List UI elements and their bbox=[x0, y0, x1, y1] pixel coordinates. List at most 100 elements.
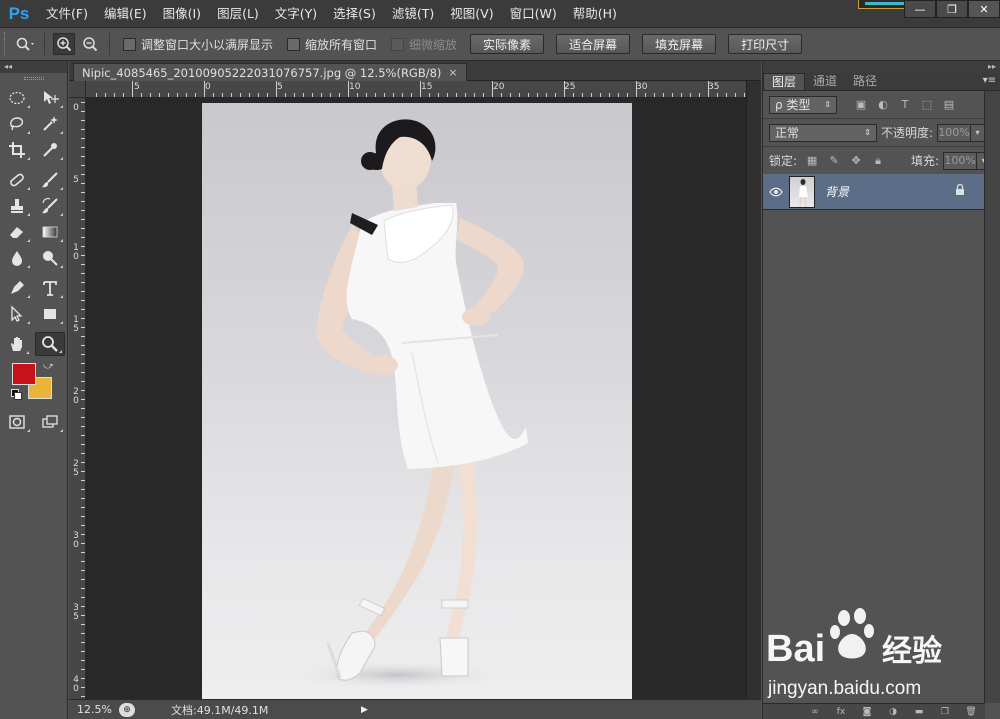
status-menu-arrow-icon[interactable]: ▶ bbox=[361, 705, 368, 715]
fx-icon[interactable]: fx bbox=[833, 706, 849, 718]
menu-view[interactable]: 视图(V) bbox=[442, 0, 501, 27]
photo-model-in-white-dress bbox=[287, 119, 528, 689]
ruler-origin[interactable] bbox=[69, 81, 86, 98]
lock-all-icon[interactable]: 🔒︎ bbox=[870, 153, 886, 169]
magic-wand-tool-icon[interactable] bbox=[36, 112, 66, 136]
fill-input[interactable]: 100% bbox=[943, 151, 978, 170]
panel-menu-icon[interactable]: ▾≡ bbox=[983, 75, 996, 86]
type-tool-icon[interactable] bbox=[36, 276, 66, 300]
move-tool-icon[interactable] bbox=[36, 86, 66, 110]
group-icon[interactable]: ▬ bbox=[911, 706, 927, 718]
tools-collapse-button[interactable]: ◂◂ bbox=[0, 61, 67, 73]
dodge-tool-icon[interactable] bbox=[36, 246, 66, 270]
default-colors-icon[interactable] bbox=[11, 389, 22, 400]
fill-screen-button[interactable]: 填充屏幕 bbox=[642, 34, 717, 54]
gradient-tool-icon[interactable] bbox=[36, 220, 66, 244]
menu-layer[interactable]: 图层(L) bbox=[209, 0, 267, 27]
layers-scrollbar[interactable] bbox=[984, 91, 1000, 703]
zoom-level-field[interactable]: 12.5% bbox=[69, 703, 119, 716]
filter-smart-object-icon[interactable]: ▤ bbox=[941, 97, 957, 113]
adjustment-icon[interactable]: ◑ bbox=[885, 706, 901, 718]
eye-icon[interactable] bbox=[763, 187, 789, 197]
lock-image-icon[interactable]: ✎ bbox=[826, 153, 842, 169]
checkbox-box[interactable] bbox=[123, 37, 136, 51]
lock-label: 锁定: bbox=[769, 154, 798, 168]
image-canvas[interactable] bbox=[202, 103, 632, 699]
history-brush-tool-icon[interactable] bbox=[36, 194, 66, 218]
healing-brush-tool-icon[interactable] bbox=[2, 168, 32, 192]
lock-position-icon[interactable]: ✥ bbox=[848, 153, 864, 169]
eraser-tool-icon[interactable] bbox=[2, 220, 32, 244]
lock-transparent-icon[interactable]: ▦ bbox=[804, 153, 820, 169]
menu-image[interactable]: 图像(I) bbox=[155, 0, 209, 27]
restore-button[interactable]: ❐ bbox=[936, 0, 968, 18]
opacity-dropdown-icon[interactable]: ▾ bbox=[971, 123, 986, 142]
options-bar-grip[interactable] bbox=[4, 32, 12, 56]
tab-paths[interactable]: 路径 bbox=[845, 73, 885, 90]
ruler-tick bbox=[168, 93, 169, 97]
menu-type[interactable]: 文字(Y) bbox=[267, 0, 325, 27]
ruler-tick bbox=[330, 93, 331, 97]
pen-tool-icon[interactable] bbox=[2, 276, 32, 300]
mask-icon[interactable]: ◙ bbox=[859, 706, 875, 718]
minimize-button[interactable]: — bbox=[904, 0, 936, 18]
clone-stamp-tool-icon[interactable] bbox=[2, 194, 32, 218]
screen-mode-icon[interactable] bbox=[36, 410, 66, 434]
filter-type-icon[interactable]: T bbox=[897, 97, 913, 113]
layer-item-background[interactable]: 背景 bbox=[763, 174, 985, 210]
ruler-tick bbox=[501, 93, 502, 97]
fit-screen-button[interactable]: 适合屏幕 bbox=[556, 34, 631, 54]
filter-adjustment-icon[interactable]: ◐ bbox=[875, 97, 891, 113]
panel-collapse-button[interactable]: ▸▸ bbox=[763, 61, 1000, 73]
scrubby-zoom-label: 细微缩放 bbox=[409, 37, 458, 52]
filter-pixel-icon[interactable]: ▣ bbox=[853, 97, 869, 113]
trash-icon[interactable]: 🗑︎ bbox=[963, 706, 979, 718]
horizontal-ruler[interactable]: 5 0 5 10 15 20 25 30 35 bbox=[86, 81, 746, 98]
ruler-tick bbox=[81, 174, 85, 175]
actual-pixels-button[interactable]: 实际像素 bbox=[470, 34, 545, 54]
quick-mask-icon[interactable] bbox=[2, 410, 32, 434]
menu-select[interactable]: 选择(S) bbox=[325, 0, 384, 27]
close-button[interactable]: ✕ bbox=[968, 0, 1000, 18]
link-icon[interactable]: ∞ bbox=[807, 706, 823, 718]
menu-edit[interactable]: 编辑(E) bbox=[96, 0, 155, 27]
zoom-out-icon[interactable] bbox=[79, 33, 101, 55]
zoom-tool-icon[interactable] bbox=[35, 332, 65, 356]
zoom-tool-preset-icon[interactable] bbox=[14, 33, 36, 55]
tab-channels[interactable]: 通道 bbox=[805, 73, 845, 90]
new-layer-icon[interactable]: ❐ bbox=[937, 706, 953, 718]
close-tab-icon[interactable]: × bbox=[448, 64, 457, 82]
foreground-color-swatch[interactable] bbox=[12, 363, 36, 385]
crop-tool-icon[interactable] bbox=[2, 138, 32, 162]
eyedropper-tool-icon[interactable] bbox=[36, 138, 66, 162]
menu-help[interactable]: 帮助(H) bbox=[565, 0, 625, 27]
brush-tool-icon[interactable] bbox=[36, 168, 66, 192]
layer-name[interactable]: 背景 bbox=[825, 183, 955, 200]
swap-colors-icon[interactable]: ⤻ bbox=[43, 361, 54, 372]
lasso-tool-icon[interactable] bbox=[2, 112, 32, 136]
marquee-tool-icon[interactable] bbox=[2, 86, 32, 110]
vertical-scrollbar[interactable] bbox=[746, 81, 761, 699]
resize-windows-checkbox[interactable]: 调整窗口大小以满屏显示 bbox=[123, 36, 273, 53]
filter-shape-icon[interactable]: ⬚ bbox=[919, 97, 935, 113]
menu-filter[interactable]: 滤镜(T) bbox=[384, 0, 442, 27]
blend-mode-select[interactable]: 正常 ⇕ bbox=[769, 123, 877, 142]
status-info-icon[interactable]: ⊕ bbox=[119, 702, 135, 717]
rectangle-tool-icon[interactable] bbox=[36, 302, 66, 326]
ruler-tick bbox=[81, 300, 85, 301]
zoom-in-icon[interactable] bbox=[53, 33, 75, 55]
layer-filter-select[interactable]: ρ 类型 ⇕ bbox=[769, 95, 837, 114]
path-selection-tool-icon[interactable] bbox=[2, 302, 32, 326]
menu-window[interactable]: 窗口(W) bbox=[502, 0, 565, 27]
opacity-input[interactable]: 100% bbox=[937, 123, 972, 142]
vertical-ruler[interactable]: 0 5 10 15 20 25 30 35 40 bbox=[69, 98, 86, 699]
document-tab[interactable]: Nipic_4085465_20100905222031076757.jpg @… bbox=[73, 63, 467, 81]
zoom-all-windows-checkbox[interactable]: 缩放所有窗口 bbox=[287, 36, 377, 53]
tools-grip[interactable] bbox=[23, 77, 44, 80]
hand-tool-icon[interactable] bbox=[2, 332, 31, 356]
tab-layers[interactable]: 图层 bbox=[763, 73, 806, 90]
blur-tool-icon[interactable] bbox=[2, 246, 32, 270]
checkbox-box[interactable] bbox=[287, 37, 301, 51]
menu-file[interactable]: 文件(F) bbox=[38, 0, 96, 27]
print-size-button[interactable]: 打印尺寸 bbox=[728, 34, 803, 54]
